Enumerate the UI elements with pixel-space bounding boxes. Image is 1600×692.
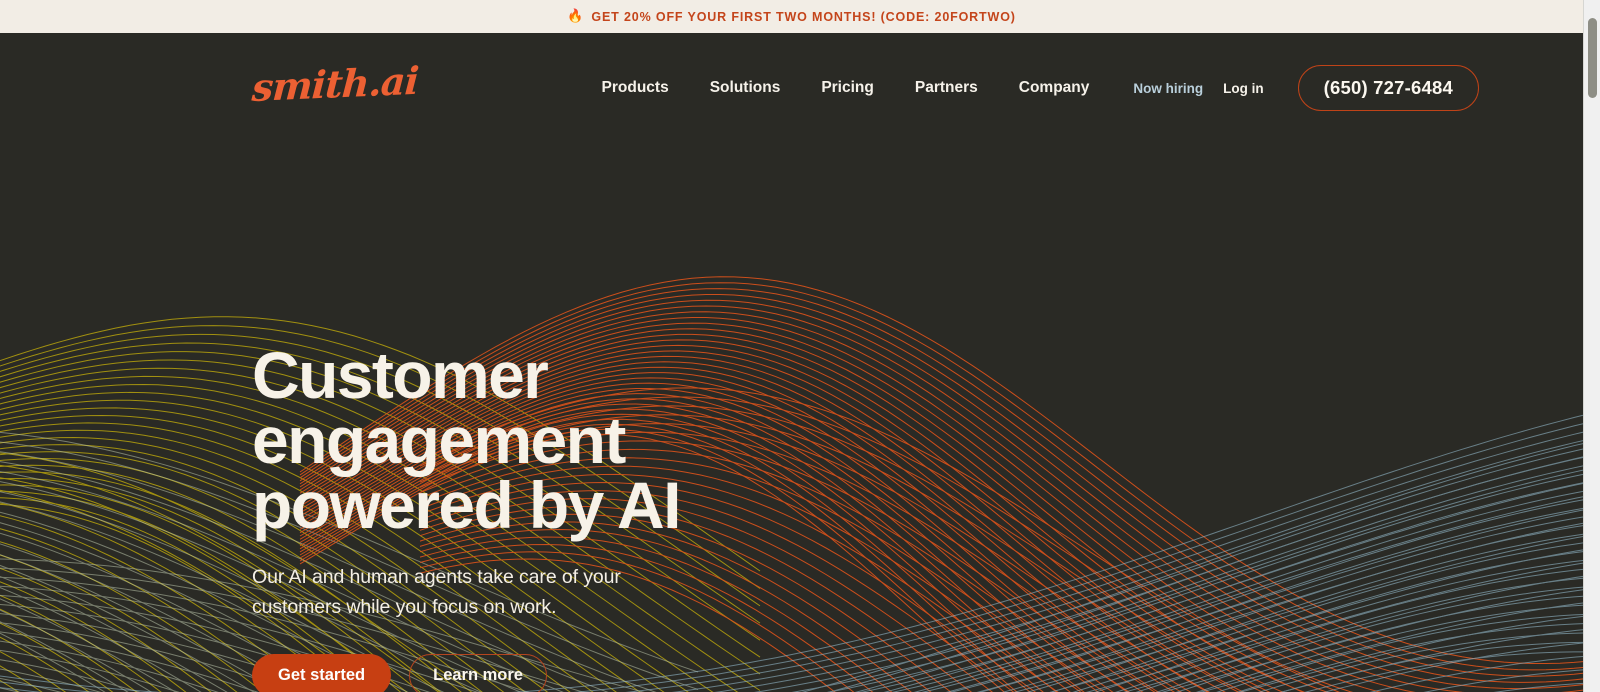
page-title: Customer engagement powered by AI (252, 338, 681, 542)
page-scrollbar[interactable] (1583, 0, 1600, 692)
scrollbar-thumb[interactable] (1588, 18, 1597, 98)
nav-item-solutions[interactable]: Solutions (710, 79, 781, 97)
promo-banner-inner: 🔥 GET 20% OFF YOUR FIRST TWO MONTHS! (CO… (567, 8, 1016, 24)
header-actions: Now hiring Log in (650) 727-6484 (1133, 65, 1479, 111)
promo-banner[interactable]: 🔥 GET 20% OFF YOUR FIRST TWO MONTHS! (CO… (0, 0, 1583, 33)
site-header: smith.ai Products Solutions Pricing Part… (0, 33, 1583, 143)
nav-item-pricing[interactable]: Pricing (821, 79, 874, 97)
login-link[interactable]: Log in (1223, 81, 1264, 96)
get-started-button[interactable]: Get started (252, 654, 392, 692)
learn-more-button[interactable]: Learn more (409, 654, 547, 692)
nav-item-partners[interactable]: Partners (915, 79, 978, 97)
now-hiring-link[interactable]: Now hiring (1133, 81, 1203, 96)
header-inner: smith.ai Products Solutions Pricing Part… (0, 58, 1583, 111)
nav-item-company[interactable]: Company (1019, 79, 1090, 97)
main-navigation: Products Solutions Pricing Partners Comp… (602, 79, 1090, 97)
phone-number-button[interactable]: (650) 727-6484 (1297, 65, 1479, 111)
flame-icon: 🔥 (567, 8, 584, 23)
browser-page: 🔥 GET 20% OFF YOUR FIRST TWO MONTHS! (CO… (0, 0, 1600, 692)
promo-banner-text: GET 20% OFF YOUR FIRST TWO MONTHS! (CODE… (591, 9, 1016, 24)
hero-cta-group: Get started Learn more (252, 654, 952, 692)
page-viewport: 🔥 GET 20% OFF YOUR FIRST TWO MONTHS! (CO… (0, 0, 1583, 692)
brand-logo[interactable]: smith.ai (251, 58, 420, 110)
hero-section: smith.ai Products Solutions Pricing Part… (0, 33, 1583, 692)
hero-subtitle: Our AI and human agents take care of you… (252, 566, 621, 618)
hero-content: Customer engagement powered by AI Our AI… (252, 338, 952, 692)
nav-item-products[interactable]: Products (602, 79, 669, 97)
